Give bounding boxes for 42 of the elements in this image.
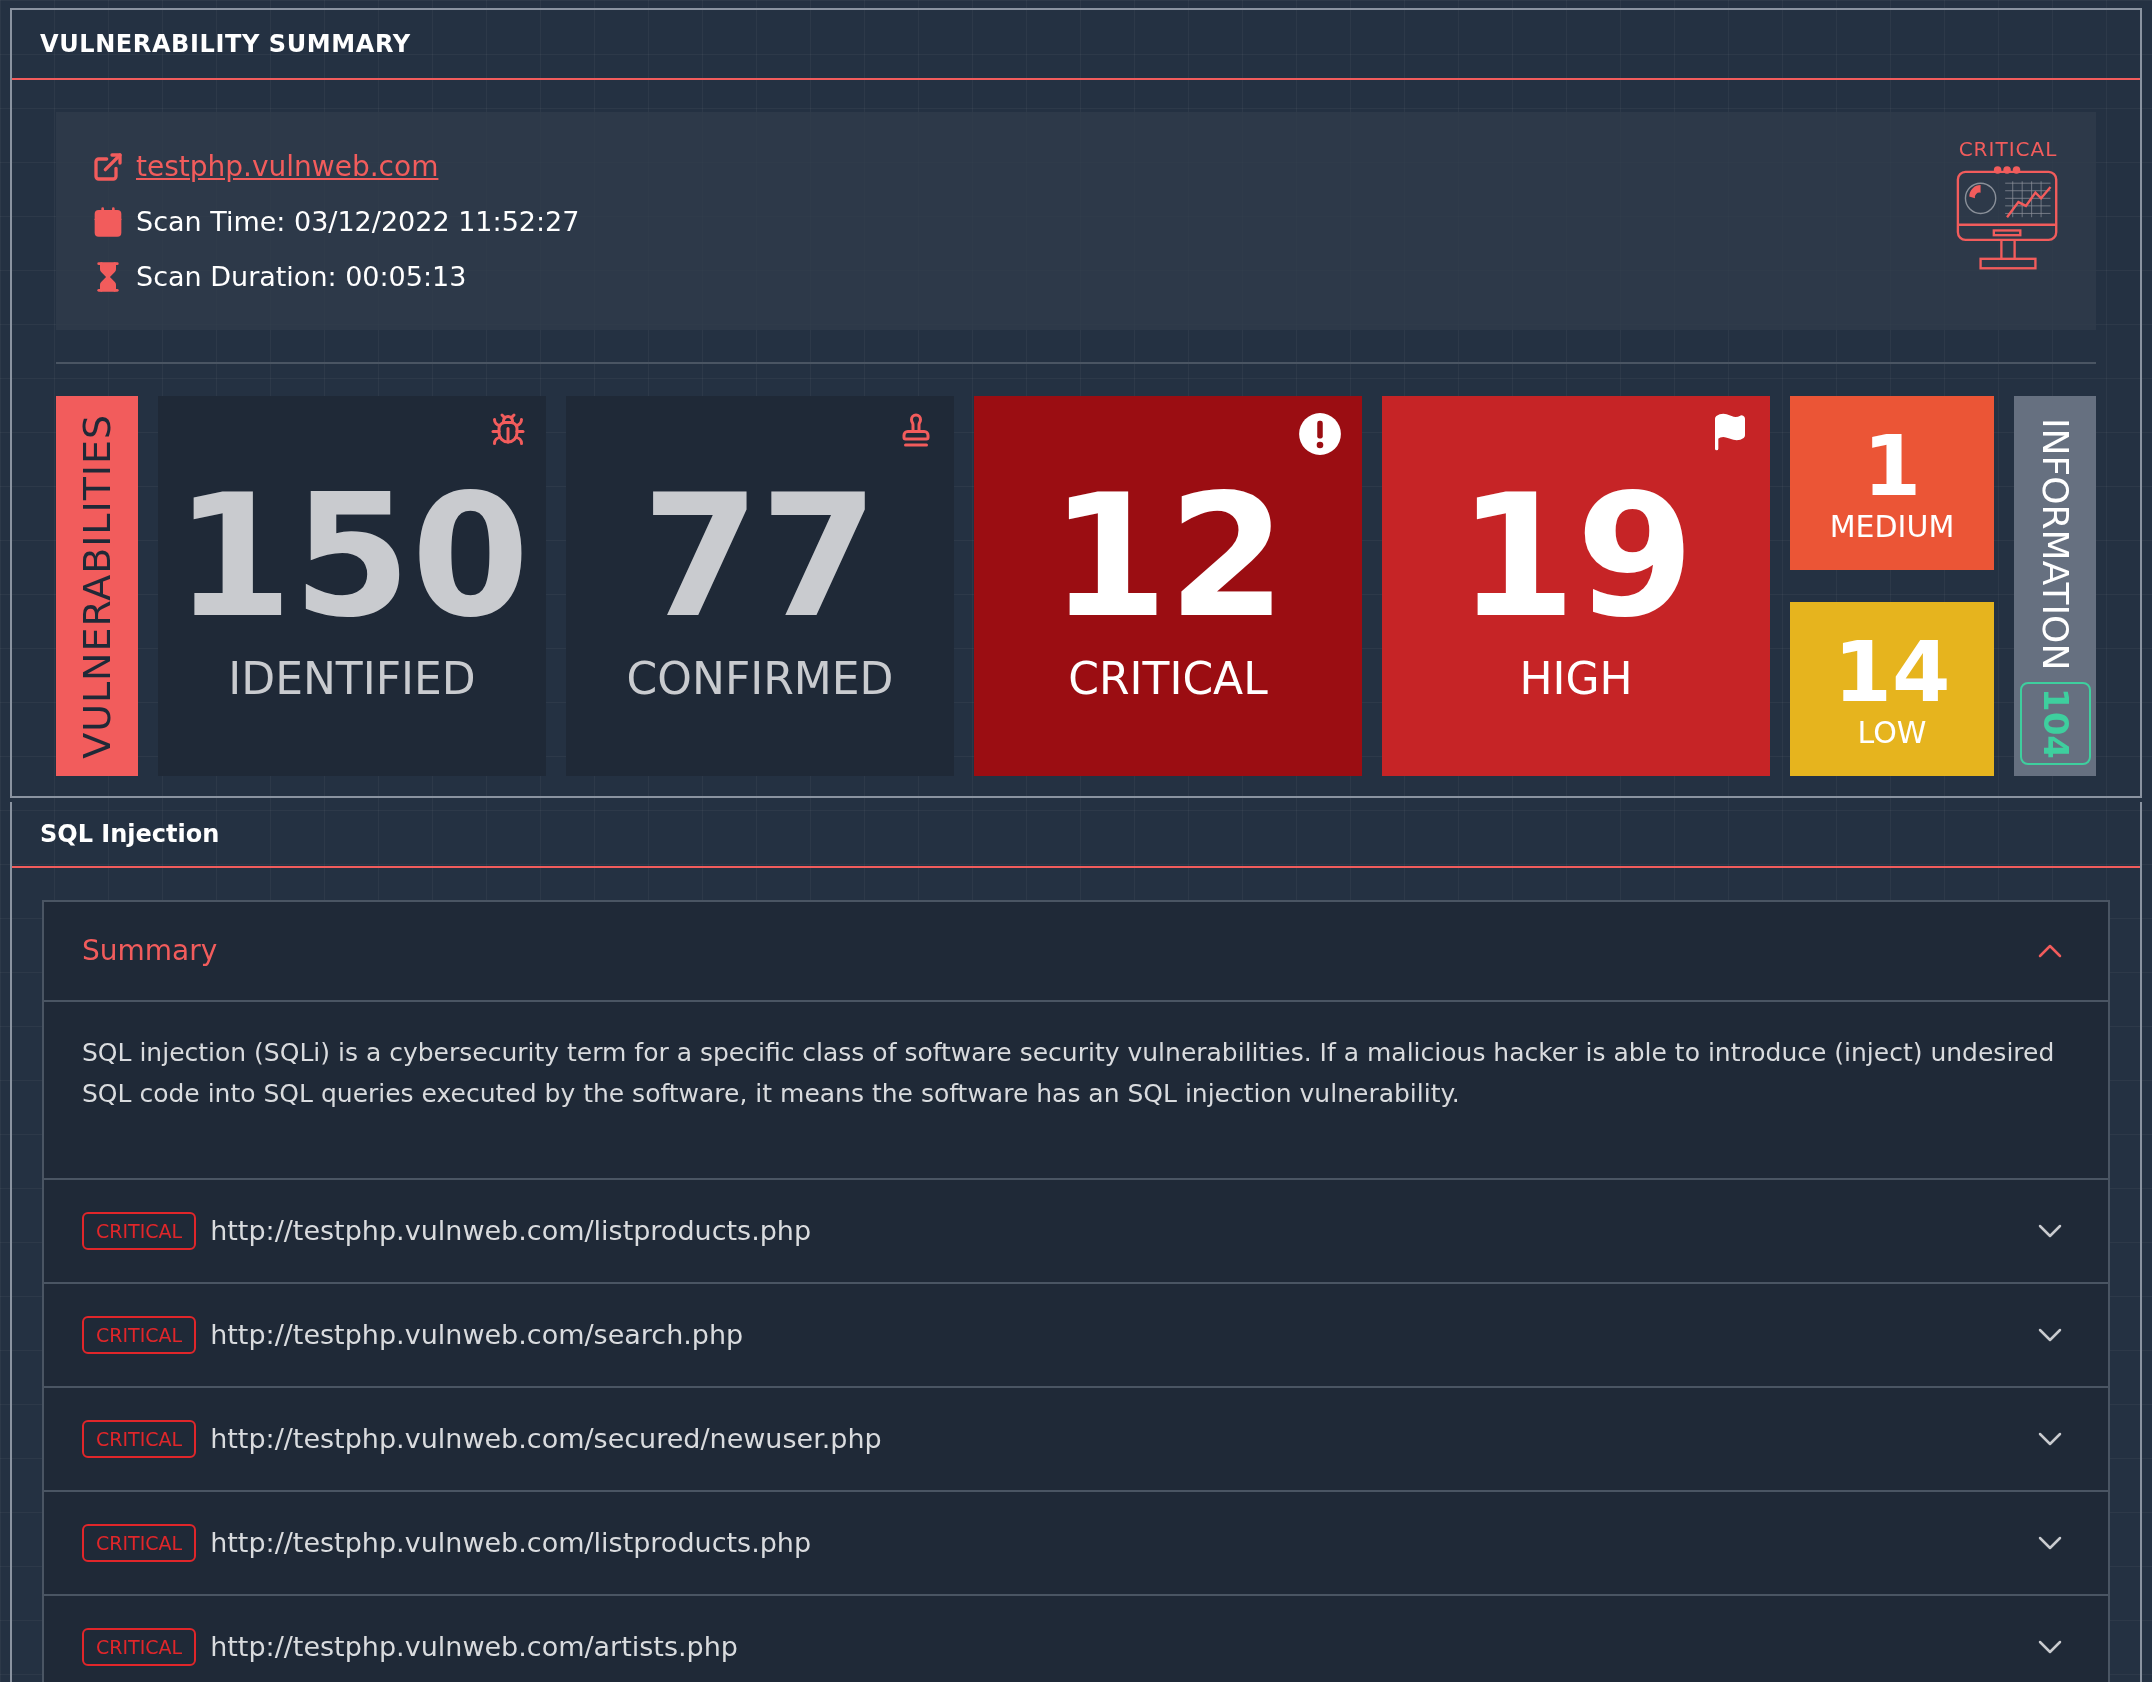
severity-badge: CRITICAL: [82, 1419, 197, 1459]
summary-text: SQL injection (SQLi) is a cybersecurity term for a specific class of software security vulnerabilities. If a malicious hacker is able to introduce (inject) undesired SQL code into SQL queries executed by the software, it means the software has an SQL injection vulnerability.: [82, 1037, 2056, 1110]
threat-level: CRITICAL: [1958, 136, 2058, 163]
vulnerabilities-label: VULNERABILITIES: [56, 396, 138, 776]
stat-value: 150: [174, 471, 530, 641]
calendar-icon: [92, 206, 124, 239]
summary-header[interactable]: Summary: [44, 902, 2108, 1002]
finding-row[interactable]: CRITICAL http://testphp.vulnweb.com/artists.php: [44, 1596, 2108, 1682]
severity-badge: CRITICAL: [82, 1315, 197, 1355]
exclamation-icon: [1298, 412, 1342, 456]
stat-value: 77: [641, 471, 879, 641]
stat-label: IDENTIFIED: [228, 657, 476, 701]
stat-value: 12: [1049, 471, 1287, 641]
severity-badge: CRITICAL: [82, 1523, 197, 1563]
external-link-icon: [92, 151, 124, 183]
finding-row[interactable]: CRITICAL http://testphp.vulnweb.com/listproducts.php: [44, 1180, 2108, 1284]
stat-label: HIGH: [1519, 657, 1633, 701]
severity-badge: CRITICAL: [82, 1211, 197, 1251]
information-count: 104: [2019, 682, 2091, 766]
stat-label: CONFIRMED: [626, 657, 894, 701]
panel-title: VULNERABILITY SUMMARY: [40, 29, 411, 60]
scan-time: Scan Time: 03/12/2022 11:52:27: [136, 205, 580, 239]
stat-label: CRITICAL: [1068, 657, 1268, 701]
severity-badge: CRITICAL: [82, 1627, 197, 1667]
target-link[interactable]: testphp.vulnweb.com: [136, 146, 439, 188]
stat-value: 1: [1862, 424, 1922, 508]
finding-url: http://testphp.vulnweb.com/search.php: [210, 1317, 744, 1352]
finding-url: http://testphp.vulnweb.com/artists.php: [210, 1629, 738, 1664]
finding-row[interactable]: CRITICAL http://testphp.vulnweb.com/secured/newuser.php: [44, 1388, 2108, 1492]
stat-value: 14: [1833, 630, 1951, 714]
finding-url: http://testphp.vulnweb.com/listproducts.php: [210, 1525, 812, 1560]
finding-row[interactable]: CRITICAL http://testphp.vulnweb.com/listproducts.php: [44, 1492, 2108, 1596]
stat-value: 19: [1457, 471, 1695, 641]
information-label: INFORMATION: [2034, 418, 2077, 671]
finding-row[interactable]: CRITICAL http://testphp.vulnweb.com/search.php: [44, 1284, 2108, 1388]
stat-label: MEDIUM: [1829, 512, 1955, 542]
finding-url: http://testphp.vulnweb.com/listproducts.php: [210, 1213, 812, 1248]
scan-duration: Scan Duration: 00:05:13: [136, 259, 467, 294]
finding-url: http://testphp.vulnweb.com/secured/newuser.php: [210, 1421, 882, 1456]
bug-icon: [490, 412, 526, 448]
section-title: SQL Injection: [40, 819, 220, 850]
stat-label: LOW: [1857, 718, 1927, 748]
